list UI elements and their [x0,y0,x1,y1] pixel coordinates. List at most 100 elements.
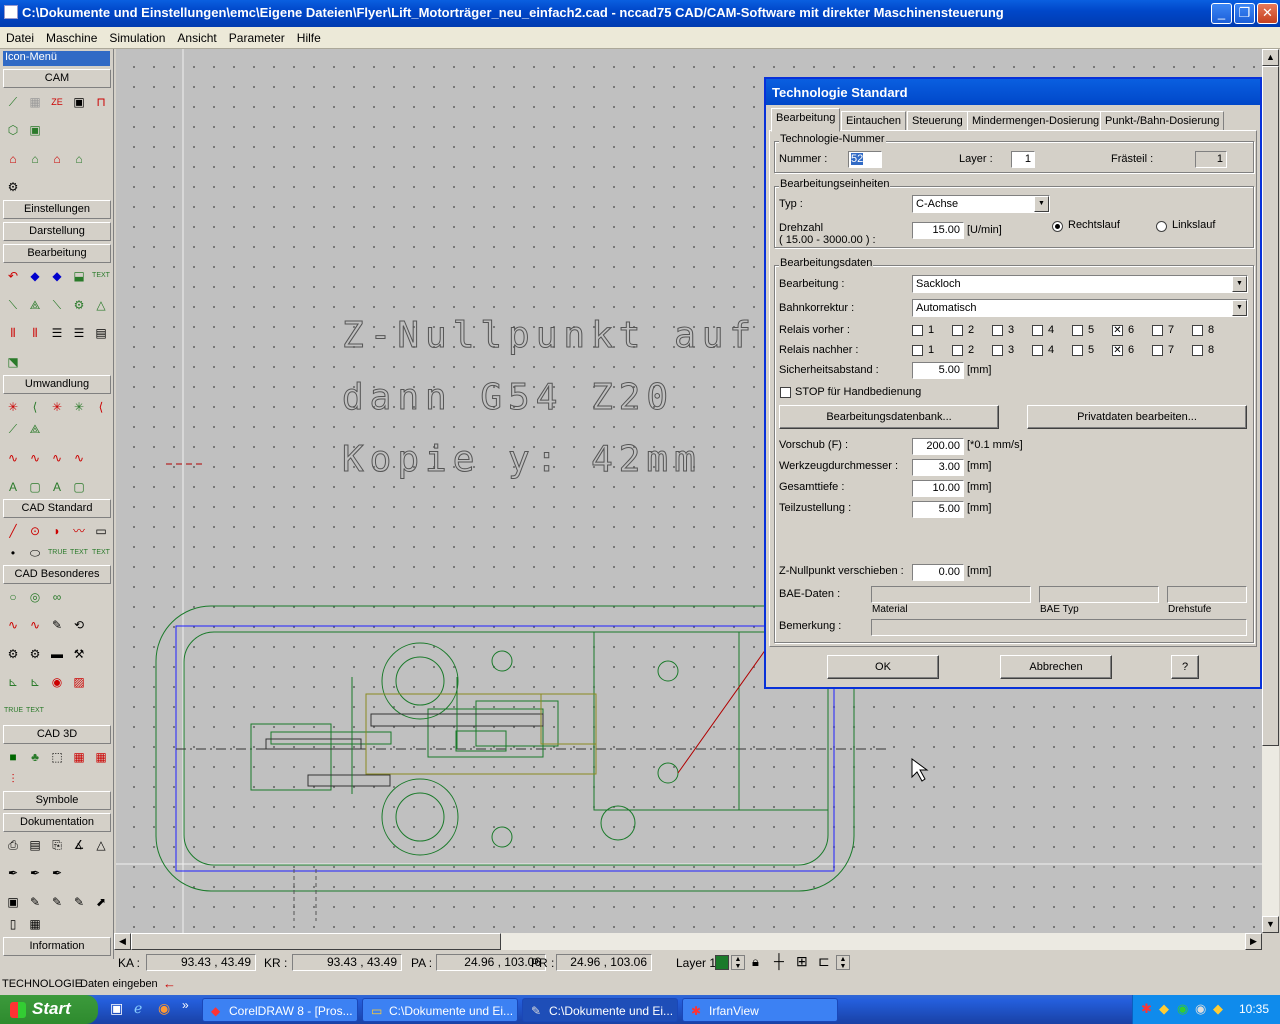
text-edit-icon[interactable]: TEXT [92,267,110,285]
dimension2-icon[interactable]: ⊾ [26,673,44,691]
relais-vorher-checkbox-5[interactable] [1072,325,1083,336]
sketch2-icon[interactable]: ⟲ [70,616,88,634]
relais-vorher-checkbox-3[interactable] [992,325,1003,336]
bearbeitung-dropdown-icon[interactable]: ▼ [1232,276,1247,292]
layer-color-swatch[interactable] [715,955,729,970]
menu-simulation[interactable]: Simulation [103,27,171,45]
relais-nachher-checkbox-1[interactable] [912,345,923,356]
scroll-up-button[interactable]: ▲ [1262,49,1279,66]
section-cad-besonderes[interactable]: CAD Besonderes [3,565,111,584]
undo-icon[interactable]: ↶ [4,267,22,285]
curve2-icon[interactable]: ∿ [26,449,44,467]
gesamttiefe-input[interactable]: 10.00 [912,480,964,497]
grid-icon[interactable]: ⊞ [796,953,808,970]
hammer-icon[interactable]: ⚒ [70,645,88,663]
task-irfanview[interactable]: ✱ IrfanView [682,998,838,1022]
relais-vorher-checkbox-1[interactable] [912,325,923,336]
node3-icon[interactable]: ⟍ [48,296,66,314]
section-cad-standard[interactable]: CAD Standard [3,499,111,518]
quicklaunch-more-icon[interactable]: » [182,998,189,1012]
icon-menu-selector[interactable]: Icon-Menü [3,51,110,66]
typ-combo[interactable]: C-Achse ▼ [912,195,1050,213]
node2-icon[interactable]: ⟁ [26,296,44,314]
eraser-icon[interactable]: ◆ [26,267,44,285]
cam-tool-icon[interactable]: ⟋ [4,93,22,111]
brick-icon[interactable]: ▦ [70,748,88,766]
curve-icon[interactable]: ∿ [4,449,22,467]
shape-a-icon[interactable]: A [4,478,22,496]
chain-icon[interactable]: ∞ [48,588,66,606]
trim-icon[interactable]: ⟋ [4,420,22,438]
convert2-icon[interactable]: ✳ [70,398,88,416]
truetype2-icon[interactable]: TRUE [4,702,23,720]
task-explorer[interactable]: ▭ C:\Dokumente und Ei... [362,998,518,1022]
teilzustellung-input[interactable]: 5.00 [912,501,964,518]
spline2-icon[interactable]: ∿ [26,616,44,634]
angle2-icon[interactable]: △ [92,836,110,854]
relais-vorher-checkbox-4[interactable] [1032,325,1043,336]
scroll-down-button[interactable]: ▼ [1262,916,1279,933]
house-tool-icon[interactable]: ⌂ [4,150,22,168]
pen3-icon[interactable]: ✒ [48,864,66,882]
snap-icon[interactable]: ⊏ [818,953,830,970]
mirror2-icon[interactable]: ⫴ [26,324,44,342]
menu-ansicht[interactable]: Ansicht [171,27,222,45]
tray-icon-5[interactable]: ◆ [1213,1001,1223,1017]
ze-tool-icon[interactable]: ZE [48,93,66,111]
section-darstellung[interactable]: Darstellung [3,222,111,241]
curve4-icon[interactable]: ∿ [70,449,88,467]
convert-icon[interactable]: ⟨ [26,398,44,416]
shape-square2-icon[interactable]: ▢ [70,478,88,496]
text-icon[interactable]: TEXT [70,544,88,562]
tray-icon-1[interactable]: ✱ [1141,1001,1152,1017]
grid-tool-icon[interactable]: ▦ [26,93,44,111]
typ-dropdown-icon[interactable]: ▼ [1034,196,1049,212]
relais-nachher-checkbox-3[interactable] [992,345,1003,356]
spline-icon[interactable]: ∿ [4,616,22,634]
relais-nachher-checkbox-4[interactable] [1032,345,1043,356]
drehzahl-input[interactable]: 15.00 [912,222,964,239]
angle-icon[interactable]: ∡ [70,836,88,854]
relais-nachher-checkbox-8[interactable] [1192,345,1203,356]
tray-icon-2[interactable]: ◆ [1159,1001,1169,1017]
shape-a2-icon[interactable]: A [48,478,66,496]
task-nccad[interactable]: ✎ C:\Dokumente und Ei... [522,998,678,1022]
truetype-icon[interactable]: TRUE [48,544,67,562]
section-einstellungen[interactable]: Einstellungen [3,200,111,219]
page-icon[interactable]: ▯ [4,915,22,933]
menu-parameter[interactable]: Parameter [223,27,291,45]
desktop-quicklaunch-icon[interactable]: ▣ [110,1000,123,1017]
ie-quicklaunch-icon[interactable]: ℯ [134,1000,142,1017]
vorschub-input[interactable]: 200.00 [912,438,964,455]
triangle-icon[interactable]: △ [92,296,110,314]
tray-icon-4[interactable]: ◉ [1195,1001,1206,1017]
layer-input[interactable]: 1 [1011,151,1035,168]
mirror-icon[interactable]: ⫴ [4,324,22,342]
tool-a-icon[interactable]: ▣ [4,893,22,911]
convert3-icon[interactable]: ⟨ [92,398,110,416]
ok-button[interactable]: OK [827,655,939,679]
relais-vorher-checkbox-8[interactable] [1192,325,1203,336]
polygon-tool-icon[interactable]: ⬡ [4,121,22,139]
drill-tool-icon[interactable]: ⚙ [4,178,22,196]
node-icon[interactable]: ⟍ [4,296,22,314]
shape-square-icon[interactable]: ▢ [26,478,44,496]
page2-icon[interactable]: ▦ [26,915,44,933]
tool-d-icon[interactable]: ✎ [70,893,88,911]
start-button[interactable]: Start [0,995,98,1024]
tree-icon[interactable]: ♣ [26,748,44,766]
gear3-icon[interactable]: ⚙ [26,645,44,663]
circles2-icon[interactable]: ◎ [26,588,44,606]
menu-hilfe[interactable]: Hilfe [291,27,327,45]
hatch-icon[interactable]: ▨ [70,673,88,691]
layers-icon[interactable]: ⫶ [4,770,22,788]
cut-tool-icon[interactable]: ⊓ [92,93,110,111]
tab-punkt-bahn[interactable]: Punkt-/Bahn-Dosierung [1100,111,1225,131]
circles-icon[interactable]: ○ [4,588,22,606]
move-icon[interactable]: ⬓ [70,267,88,285]
eye-icon[interactable]: ◉ [48,673,66,691]
snap-spinner[interactable]: ▲ ▼ [836,955,850,970]
explode-icon[interactable]: ✳ [4,398,22,416]
relais-vorher-checkbox-6[interactable]: ✕ [1112,325,1123,336]
tab-eintauchen[interactable]: Eintauchen [841,111,907,131]
